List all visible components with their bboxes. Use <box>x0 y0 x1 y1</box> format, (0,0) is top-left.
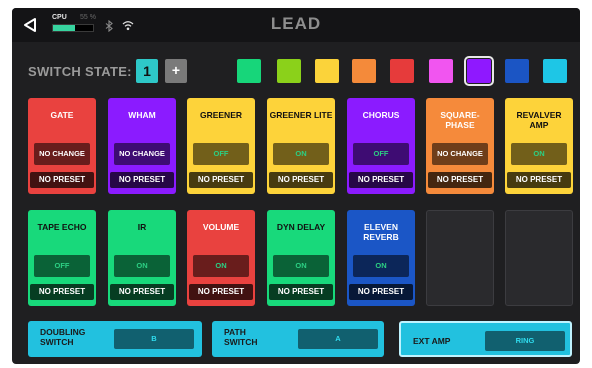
block-name: GATE <box>50 110 74 120</box>
block-name: TAPE ECHO <box>37 222 87 232</box>
block-state[interactable]: ON <box>114 255 170 277</box>
effect-block[interactable]: GATE NO CHANGE NO PRESET <box>28 98 96 194</box>
block-preset[interactable]: NO PRESET <box>189 172 253 188</box>
block-preset[interactable]: NO PRESET <box>507 172 571 188</box>
block-preset[interactable]: NO PRESET <box>30 172 94 188</box>
block-preset[interactable]: NO PRESET <box>269 172 333 188</box>
block-preset[interactable]: NO PRESET <box>189 284 253 300</box>
color-swatch[interactable] <box>352 59 376 83</box>
footswitch-param-label: DOUBLING SWITCH <box>40 327 85 347</box>
footswitch-param-label-line: PATH <box>224 327 246 337</box>
block-state[interactable]: NO CHANGE <box>34 143 90 165</box>
add-switch-state-button[interactable]: + <box>165 59 187 83</box>
color-swatch[interactable] <box>543 59 567 83</box>
block-state[interactable]: OFF <box>353 143 409 165</box>
block-name: VOLUME <box>202 222 240 232</box>
block-state[interactable]: NO CHANGE <box>432 143 488 165</box>
block-state[interactable]: ON <box>273 255 329 277</box>
block-name: DYN DELAY <box>276 222 326 232</box>
block-name: REVALVER AMP <box>516 110 562 130</box>
effect-block[interactable]: SQUARE-PHASE NO CHANGE NO PRESET <box>426 98 494 194</box>
block-state[interactable]: ON <box>511 143 567 165</box>
block-preset[interactable]: NO PRESET <box>110 172 174 188</box>
effect-block[interactable]: IR ON NO PRESET <box>108 210 176 306</box>
effect-block[interactable]: REVALVER AMP ON NO PRESET <box>505 98 573 194</box>
block-name: CHORUS <box>362 110 400 120</box>
color-swatch[interactable] <box>464 56 494 86</box>
block-state[interactable]: OFF <box>193 143 249 165</box>
block-name: GREENER <box>199 110 243 120</box>
block-name: ELEVEN REVERB <box>363 222 399 242</box>
color-swatch[interactable] <box>237 59 261 83</box>
footswitch-param-label-line: SWITCH <box>224 337 258 347</box>
switch-state-label: SWITCH STATE: <box>28 64 132 79</box>
lead-screen: CPU 55 % LEAD SWITCH STATE: 1 + GATE NO C… <box>12 8 580 364</box>
block-state[interactable]: NO CHANGE <box>114 143 170 165</box>
block-preset[interactable]: NO PRESET <box>428 172 492 188</box>
footswitch-param-value[interactable]: A <box>298 329 378 349</box>
footswitch-param[interactable]: PATH SWITCH A <box>212 321 384 357</box>
empty-block-slot[interactable] <box>426 210 494 306</box>
footswitch-param[interactable]: EXT AMP RING <box>399 321 572 357</box>
footswitch-param-value[interactable]: B <box>114 329 194 349</box>
effect-block[interactable]: DYN DELAY ON NO PRESET <box>267 210 335 306</box>
footswitch-param-label: EXT AMP <box>413 336 450 346</box>
block-state[interactable]: ON <box>353 255 409 277</box>
block-preset[interactable]: NO PRESET <box>269 284 333 300</box>
block-preset[interactable]: NO PRESET <box>349 172 413 188</box>
footswitch-param-label-line: SWITCH <box>40 337 74 347</box>
block-name: WHAM <box>128 110 156 120</box>
block-name: GREENER LITE <box>269 110 333 120</box>
block-name: SQUARE-PHASE <box>440 110 480 130</box>
top-bar: CPU 55 % LEAD <box>12 8 580 42</box>
effect-block[interactable]: ELEVEN REVERB ON NO PRESET <box>347 210 415 306</box>
footswitch-param-value[interactable]: RING <box>485 331 565 351</box>
block-state[interactable]: ON <box>273 143 329 165</box>
block-name: IR <box>137 222 147 232</box>
color-swatch[interactable] <box>315 59 339 83</box>
color-swatch[interactable] <box>390 59 414 83</box>
color-swatch[interactable] <box>429 59 453 83</box>
footswitch-param-label: PATH SWITCH <box>224 327 258 347</box>
color-swatch[interactable] <box>505 59 529 83</box>
block-preset[interactable]: NO PRESET <box>110 284 174 300</box>
block-preset[interactable]: NO PRESET <box>30 284 94 300</box>
effect-block[interactable]: TAPE ECHO OFF NO PRESET <box>28 210 96 306</box>
preset-title: LEAD <box>270 14 322 33</box>
effect-block[interactable]: GREENER OFF NO PRESET <box>187 98 255 194</box>
footswitch-param-label-line: DOUBLING <box>40 327 86 337</box>
block-state[interactable]: ON <box>193 255 249 277</box>
block-preset[interactable]: NO PRESET <box>349 284 413 300</box>
effect-block[interactable]: CHORUS OFF NO PRESET <box>347 98 415 194</box>
effect-block[interactable]: GREENER LITE ON NO PRESET <box>267 98 335 194</box>
footswitch-param[interactable]: DOUBLING SWITCH B <box>28 321 202 357</box>
effect-block[interactable]: WHAM NO CHANGE NO PRESET <box>108 98 176 194</box>
switch-state-number[interactable]: 1 <box>136 59 158 83</box>
color-swatch[interactable] <box>277 59 301 83</box>
footswitch-param-label-line: EXT AMP <box>413 336 451 346</box>
block-state[interactable]: OFF <box>34 255 90 277</box>
effect-block[interactable]: VOLUME ON NO PRESET <box>187 210 255 306</box>
empty-block-slot[interactable] <box>505 210 573 306</box>
